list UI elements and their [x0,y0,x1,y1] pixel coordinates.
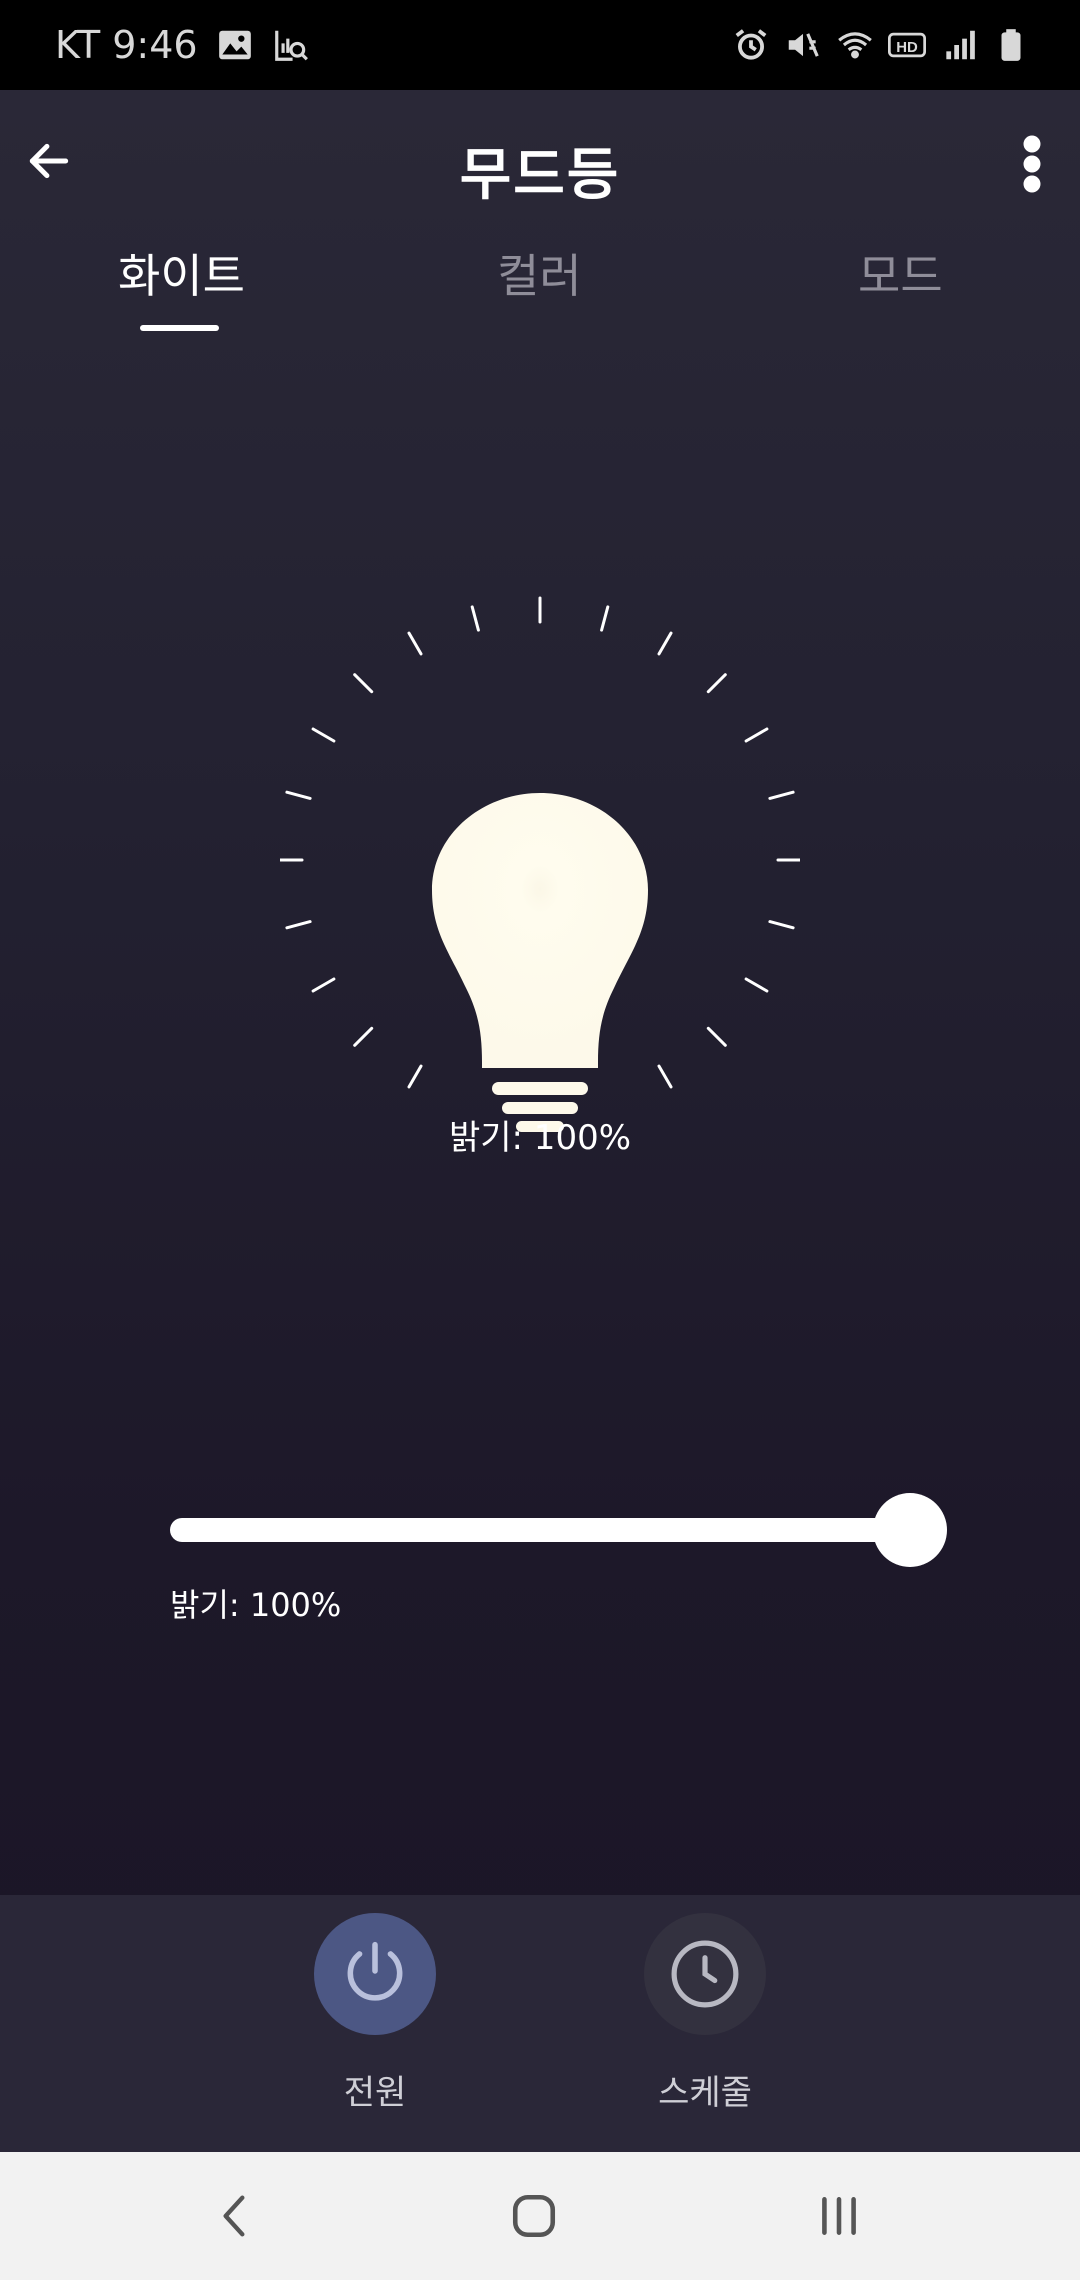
more-vertical-icon [1023,135,1041,193]
brightness-tick [768,790,795,800]
brightness-tick [768,920,795,930]
brightness-tick [600,605,610,632]
schedule-button[interactable]: 스케줄 [605,1913,805,2114]
active-tab-indicator [140,325,219,331]
power-icon [347,1941,403,2001]
brightness-tick [407,1064,423,1089]
wifi-icon [836,26,874,64]
brightness-tick [353,1026,374,1047]
bulb-visual [276,580,804,1140]
schedule-label: 스케줄 [658,2073,752,2113]
tab-mode[interactable]: 모드 [858,240,943,306]
brightness-tick [744,727,769,743]
lightbulb-icon [432,793,648,1132]
action-panel: 전원 스케줄 [0,1895,1080,2152]
schedule-circle[interactable] [644,1913,766,2035]
slider-brightness-label: 밝기: 100% [170,1586,342,1624]
image-icon [216,26,254,64]
bulb-brightness-label: 밝기: 100% [448,1118,632,1158]
hd-icon: HD [888,26,926,64]
carrier-time: KT 9:46 [55,23,198,67]
brightness-tick [285,920,312,930]
tab-white[interactable]: 화이트 [118,240,245,306]
slider-knob[interactable] [873,1493,947,1567]
brightness-slider[interactable] [170,1490,950,1570]
recents-icon [822,2197,856,2235]
brightness-tick [311,977,336,993]
app-header: 무드등 [0,90,1080,240]
power-button[interactable]: 전원 [275,1913,475,2114]
slider-track[interactable] [170,1518,910,1542]
system-nav-bar [0,2152,1080,2280]
brightness-tick [744,977,769,993]
power-circle[interactable] [314,1913,436,2035]
signal-icon [940,26,978,64]
brightness-tick [706,1026,727,1047]
tab-color[interactable]: 컬러 [497,240,582,306]
brightness-tick [353,673,374,694]
brightness-tick [407,631,423,656]
svg-text:HD: HD [896,39,918,56]
analytics-search-icon [272,26,310,64]
brightness-tick [657,1064,673,1089]
brightness-tick [285,790,312,800]
power-label: 전원 [343,2073,407,2113]
nav-home-button[interactable] [500,2182,568,2250]
home-icon [512,2194,556,2238]
page-title: 무드등 [459,143,621,208]
nav-recents-button[interactable] [805,2182,873,2250]
brightness-tick [311,727,336,743]
status-bar: KT 9:46 HD [0,0,1080,90]
alarm-icon [732,26,770,64]
brightness-tick [706,673,727,694]
battery-icon [992,26,1030,64]
clock-icon [671,1940,739,2008]
brightness-tick [657,631,673,656]
more-options-button[interactable] [1002,130,1062,198]
nav-back-button[interactable] [200,2182,268,2250]
back-chevron-icon [223,2195,245,2237]
mood-light-screen: 무드등 화이트 컬러 모드 밝기: 100% 밝기: 100% 전원 스케줄 [0,90,1080,2152]
brightness-tick [470,605,480,632]
mute-icon [784,26,822,64]
